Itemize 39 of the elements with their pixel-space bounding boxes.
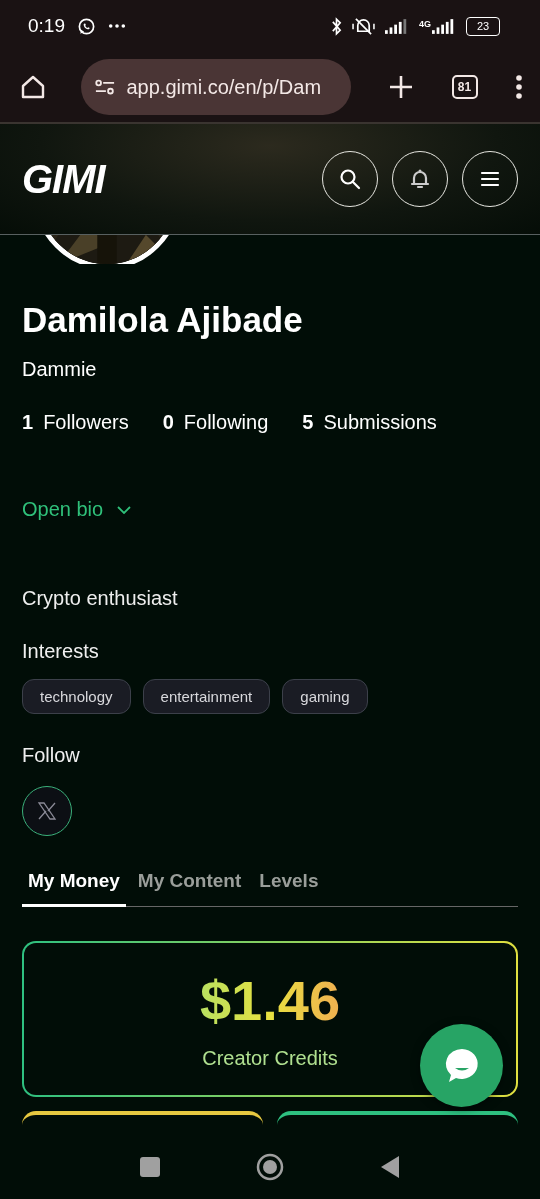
address-bar[interactable]: app.gimi.co/en/p/Dam [80, 59, 351, 115]
notification-icon [408, 167, 432, 191]
logo[interactable]: GIMI [22, 156, 105, 202]
network-label: 4G [419, 18, 431, 29]
bio-text: Crypto enthusiast [22, 587, 179, 610]
username: Dammie [22, 358, 98, 381]
bluetooth-icon [331, 16, 342, 36]
search-icon [338, 167, 362, 191]
profile-name: Damilola Ajibade [22, 300, 304, 340]
section-title: Follow [22, 744, 81, 767]
section-title: Interests [22, 640, 100, 663]
stat-link[interactable]: 5 Submissions [302, 411, 437, 434]
signal-icon [385, 18, 409, 34]
plus-icon[interactable] [389, 75, 413, 99]
chevron-down-icon [117, 505, 132, 514]
chat-bubble-icon [77, 16, 96, 36]
more-vertical-icon[interactable] [516, 75, 522, 99]
muted-bell-icon [352, 16, 375, 36]
stat-link[interactable]: 0 Following [162, 411, 269, 434]
stat-link[interactable]: 1 Followers [22, 411, 129, 434]
open-bio-toggle[interactable]: Open bio [22, 498, 132, 521]
battery-indicator: 23 [466, 16, 500, 36]
interest-tag[interactable]: entertainment [142, 679, 271, 714]
credits-label: Creator Credits [202, 1046, 338, 1070]
interest-tag[interactable]: technology [22, 679, 131, 714]
site-settings-icon[interactable] [94, 78, 115, 96]
back-icon[interactable] [380, 1155, 400, 1179]
signal-icon [432, 18, 456, 34]
x-logo-icon [37, 801, 57, 821]
more-dots-icon [108, 23, 126, 29]
x-social-button[interactable] [22, 786, 72, 836]
tab-count-button[interactable]: 81 [451, 75, 478, 99]
tab[interactable]: My Content [131, 866, 248, 907]
tab[interactable]: My Money [22, 866, 126, 907]
clock-time: 0:19 [28, 15, 65, 37]
home-nav-icon[interactable] [256, 1153, 284, 1181]
home-icon[interactable] [20, 74, 46, 100]
tab[interactable]: Levels [253, 866, 325, 907]
interest-tag[interactable]: gaming [282, 679, 368, 714]
